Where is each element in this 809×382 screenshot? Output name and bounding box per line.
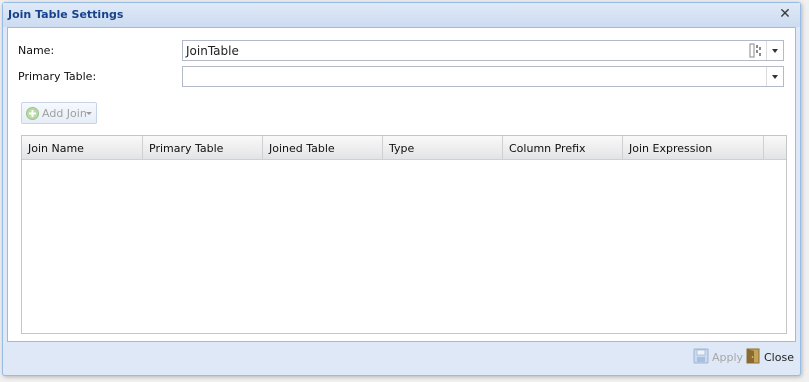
name-dropdown-trigger[interactable] [766,41,783,60]
door-exit-icon [746,348,760,364]
dialog-body: Name: JoinTable Primary Table: Add Join … [7,27,796,342]
apply-button[interactable]: Apply [693,347,743,367]
grid-header: Join Name Primary Table Joined Table Typ… [22,136,786,160]
primary-table-combobox[interactable] [182,66,784,87]
column-header-column-prefix[interactable]: Column Prefix [503,136,623,160]
dialog-titlebar[interactable]: Join Table Settings ✕ [3,3,800,27]
column-header-primary-table[interactable]: Primary Table [143,136,263,160]
name-label: Name: [18,44,55,57]
name-field-value: JoinTable [186,44,239,58]
column-header-joined-table[interactable]: Joined Table [263,136,383,160]
column-header-join-expression[interactable]: Join Expression [623,136,764,160]
save-icon [693,348,709,364]
apply-label: Apply [712,351,744,364]
column-header-join-name[interactable]: Join Name [22,136,143,160]
primary-table-dropdown-trigger[interactable] [766,67,783,86]
add-circle-icon [26,107,39,120]
join-table-settings-dialog: Join Table Settings ✕ Name: JoinTable Pr… [2,2,801,376]
close-button[interactable]: Close [745,347,795,367]
chevron-down-icon [86,112,92,115]
primary-table-label: Primary Table: [18,70,97,83]
add-join-button[interactable]: Add Join [21,102,97,124]
name-combobox[interactable]: JoinTable [182,40,784,61]
close-icon[interactable]: ✕ [778,7,792,21]
dialog-title: Join Table Settings [8,8,124,21]
column-header-type[interactable]: Type [383,136,503,160]
dialog-footer: Apply Close [3,343,800,376]
add-join-label: Add Join [42,107,87,120]
column-picker-icon[interactable] [749,43,763,58]
close-label: Close [764,351,794,364]
joins-grid: Join Name Primary Table Joined Table Typ… [21,135,787,334]
